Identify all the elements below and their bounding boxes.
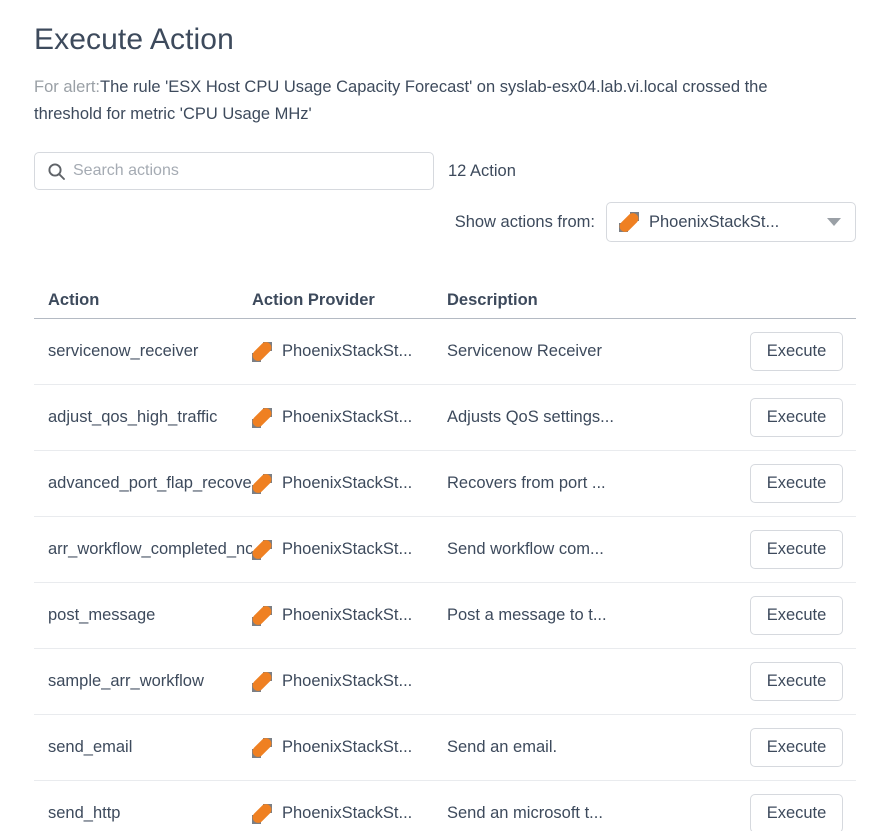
- execute-button[interactable]: Execute: [750, 464, 843, 503]
- action-provider-cell: PhoenixStackSt...: [252, 473, 447, 494]
- search-row: 12 Action: [34, 152, 856, 190]
- column-header-provider: Action Provider: [252, 291, 375, 309]
- column-header-action: Action: [48, 291, 100, 309]
- alert-label: For alert:: [34, 78, 101, 96]
- action-provider-cell: PhoenixStackSt...: [252, 341, 447, 362]
- execute-cell: Execute: [722, 596, 856, 635]
- table-row: adjust_qos_high_traffic PhoenixStackSt...…: [34, 385, 856, 451]
- provider-name: PhoenixStackSt...: [282, 474, 413, 492]
- chevron-down-icon[interactable]: [827, 218, 841, 226]
- action-name: advanced_port_flap_recovery: [48, 474, 252, 492]
- table-body: servicenow_receiver PhoenixStackSt... Serv…: [34, 319, 856, 831]
- action-name: post_message: [48, 606, 156, 624]
- filter-row: Show actions from: PhoenixStackSt...: [34, 202, 856, 242]
- table-row: advanced_port_flap_recovery PhoenixStackS…: [34, 451, 856, 517]
- action-name: adjust_qos_high_traffic: [48, 408, 218, 426]
- action-description: Send workflow com...: [447, 540, 604, 558]
- table-row: sample_arr_workflow PhoenixStackSt... Exec…: [34, 649, 856, 715]
- page-title: Execute Action: [34, 23, 234, 56]
- table-header-row: Action Action Provider Description: [34, 264, 856, 319]
- action-provider-cell: PhoenixStackSt...: [252, 737, 447, 758]
- provider-icon: [252, 737, 274, 758]
- execute-cell: Execute: [722, 728, 856, 767]
- execute-button[interactable]: Execute: [750, 596, 843, 635]
- provider-icon: [252, 803, 274, 824]
- table-row: servicenow_receiver PhoenixStackSt... Serv…: [34, 319, 856, 385]
- table-row: send_email PhoenixStackSt... Send an email…: [34, 715, 856, 781]
- execute-cell: Execute: [722, 464, 856, 503]
- action-provider-dropdown[interactable]: PhoenixStackSt...: [606, 202, 856, 242]
- execute-button[interactable]: Execute: [750, 332, 843, 371]
- table-row: arr_workflow_completed_notify PhoenixStac…: [34, 517, 856, 583]
- action-count: 12 Action: [448, 162, 516, 180]
- provider-icon: [617, 210, 641, 234]
- table-row: send_http PhoenixStackSt... Send an micros…: [34, 781, 856, 831]
- execute-button[interactable]: Execute: [750, 398, 843, 437]
- action-description: Recovers from port ...: [447, 474, 606, 492]
- action-provider-cell: PhoenixStackSt...: [252, 671, 447, 692]
- action-provider-cell: PhoenixStackSt...: [252, 605, 447, 626]
- dropdown-selected-value: PhoenixStackSt...: [649, 212, 780, 231]
- provider-name: PhoenixStackSt...: [282, 540, 413, 558]
- execute-cell: Execute: [722, 530, 856, 569]
- show-actions-from-label: Show actions from:: [454, 212, 595, 231]
- provider-icon: [252, 671, 274, 692]
- provider-name: PhoenixStackSt...: [282, 738, 413, 756]
- search-actions-box[interactable]: [34, 152, 434, 190]
- provider-icon: [252, 407, 274, 428]
- action-provider-cell: PhoenixStackSt...: [252, 539, 447, 560]
- execute-button[interactable]: Execute: [750, 794, 843, 831]
- column-header-description: Description: [447, 291, 538, 309]
- action-provider-cell: PhoenixStackSt...: [252, 407, 447, 428]
- action-name: send_email: [48, 738, 133, 756]
- alert-description: For alert:The rule 'ESX Host CPU Usage C…: [34, 60, 839, 128]
- search-icon: [41, 162, 71, 181]
- provider-name: PhoenixStackSt...: [282, 606, 413, 624]
- provider-name: PhoenixStackSt...: [282, 408, 413, 426]
- provider-icon: [252, 605, 274, 626]
- action-name: send_http: [48, 804, 121, 822]
- action-description: Servicenow Receiver: [447, 342, 602, 360]
- execute-cell: Execute: [722, 794, 856, 831]
- action-description: Send an email.: [447, 738, 558, 756]
- action-description: Adjusts QoS settings...: [447, 408, 614, 426]
- action-name: servicenow_receiver: [48, 342, 199, 360]
- execute-button[interactable]: Execute: [750, 728, 843, 767]
- actions-table: Action Action Provider Description servi…: [34, 264, 856, 831]
- provider-icon: [252, 539, 274, 560]
- execute-cell: Execute: [722, 398, 856, 437]
- action-name: sample_arr_workflow: [48, 672, 204, 690]
- action-description: Post a message to t...: [447, 606, 607, 624]
- alert-text: The rule 'ESX Host CPU Usage Capacity Fo…: [34, 78, 768, 123]
- action-provider-cell: PhoenixStackSt...: [252, 803, 447, 824]
- provider-icon: [252, 341, 274, 362]
- action-name: arr_workflow_completed_notify: [48, 540, 252, 558]
- execute-cell: Execute: [722, 332, 856, 371]
- provider-name: PhoenixStackSt...: [282, 804, 413, 822]
- execute-cell: Execute: [722, 662, 856, 701]
- search-input[interactable]: [71, 153, 433, 189]
- execute-action-page: Execute Action For alert:The rule 'ESX H…: [0, 0, 890, 831]
- provider-name: PhoenixStackSt...: [282, 342, 413, 360]
- action-description: Send an microsoft t...: [447, 804, 603, 822]
- execute-button[interactable]: Execute: [750, 662, 843, 701]
- execute-button[interactable]: Execute: [750, 530, 843, 569]
- provider-icon: [252, 473, 274, 494]
- table-row: post_message PhoenixStackSt... Post a mess…: [34, 583, 856, 649]
- provider-name: PhoenixStackSt...: [282, 672, 413, 690]
